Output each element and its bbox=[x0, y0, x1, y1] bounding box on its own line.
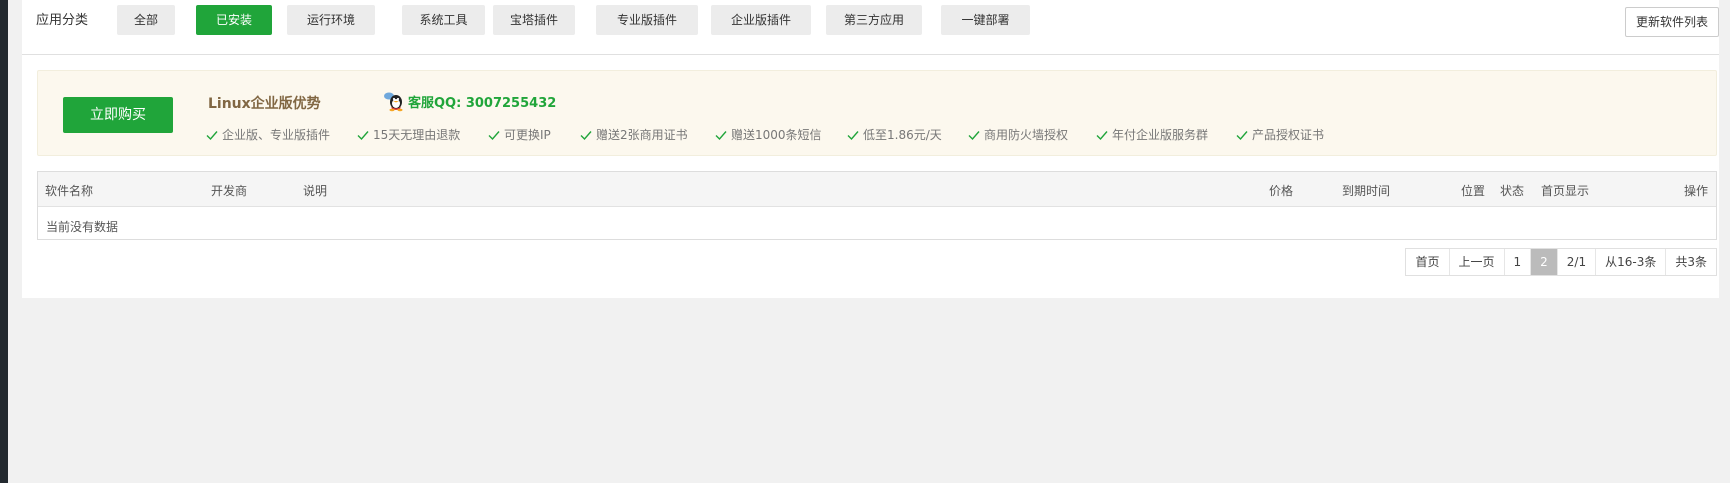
category-third-party-button[interactable]: 第三方应用 bbox=[826, 5, 922, 35]
category-label: 应用分类 bbox=[36, 13, 89, 28]
header-developer: 开发商 bbox=[211, 184, 248, 198]
header-description: 说明 bbox=[303, 184, 328, 198]
feature-item: 商用防火墙授权 bbox=[967, 126, 1095, 143]
table-header: 软件名称 开发商 说明 价格 到期时间 位置 状态 首页显示 操作 bbox=[38, 172, 1716, 207]
empty-table-message: 当前没有数据 bbox=[46, 220, 119, 234]
check-icon bbox=[1096, 130, 1108, 140]
refresh-software-list-button[interactable]: 更新软件列表 bbox=[1624, 7, 1719, 37]
record-range: 从16-3条 bbox=[1596, 249, 1667, 275]
category-enterprise-plugins-button[interactable]: 企业版插件 bbox=[711, 5, 811, 35]
category-one-click-deploy-button[interactable]: 一键部署 bbox=[941, 5, 1030, 35]
feature-item: 15天无理由退款 bbox=[356, 126, 487, 143]
category-bt-plugins-button[interactable]: 宝塔插件 bbox=[493, 5, 575, 35]
feature-label: 企业版、专业版插件 bbox=[222, 128, 331, 142]
feature-item: 可更换IP bbox=[487, 126, 579, 143]
check-icon bbox=[206, 130, 218, 140]
header-expiry[interactable]: 到期时间 bbox=[1342, 182, 1390, 199]
feature-item: 赠送2张商用证书 bbox=[579, 126, 714, 143]
page-ratio: 2/1 bbox=[1558, 249, 1597, 275]
feature-item: 赠送1000条短信 bbox=[714, 126, 846, 143]
first-page-link[interactable]: 首页 bbox=[1406, 249, 1450, 275]
qq-number-text: 客服QQ: 3007255432 bbox=[408, 95, 557, 111]
check-icon bbox=[1236, 130, 1248, 140]
left-sidebar-edge bbox=[0, 0, 8, 483]
check-icon bbox=[580, 130, 592, 140]
prev-page-link[interactable]: 上一页 bbox=[1450, 249, 1505, 275]
feature-label: 赠送1000条短信 bbox=[731, 128, 822, 142]
header-software-name[interactable]: 软件名称 bbox=[45, 182, 93, 199]
feature-item: 企业版、专业版插件 bbox=[205, 126, 356, 143]
software-store-panel: 应用分类 全部 已安装 运行环境 系统工具 宝塔插件 专业版插件 企业版插件 第… bbox=[22, 0, 1719, 298]
check-icon bbox=[488, 130, 500, 140]
current-page: 2 bbox=[1531, 249, 1558, 275]
header-status: 状态 bbox=[1500, 184, 1525, 198]
header-homepage-display: 首页显示 bbox=[1541, 184, 1590, 198]
category-pro-plugins-button[interactable]: 专业版插件 bbox=[596, 5, 698, 35]
feature-item: 低至1.86元/天 bbox=[846, 126, 967, 143]
feature-label: 年付企业版服务群 bbox=[1112, 128, 1209, 142]
check-icon bbox=[968, 130, 980, 140]
enterprise-promo-banner: 立即购买 Linux企业版优势 客服QQ: 3007255432 企业版、专业版… bbox=[37, 70, 1717, 156]
customer-service-qq[interactable]: 客服QQ: 3007255432 bbox=[383, 90, 556, 112]
feature-list: 企业版、专业版插件 15天无理由退款 可更换IP 赠送2张商用证书 赠送1000… bbox=[205, 126, 1324, 143]
feature-label: 赠送2张商用证书 bbox=[596, 128, 688, 142]
check-icon bbox=[847, 130, 859, 140]
feature-label: 产品授权证书 bbox=[1252, 128, 1325, 142]
category-all-button[interactable]: 全部 bbox=[117, 5, 175, 35]
category-runtime-button[interactable]: 运行环境 bbox=[287, 5, 375, 35]
check-icon bbox=[357, 130, 369, 140]
feature-label: 15天无理由退款 bbox=[373, 128, 461, 142]
feature-item: 年付企业版服务群 bbox=[1095, 126, 1235, 143]
feature-label: 商用防火墙授权 bbox=[984, 128, 1069, 142]
buy-now-button[interactable]: 立即购买 bbox=[63, 97, 173, 133]
header-price[interactable]: 价格 bbox=[1269, 182, 1293, 199]
category-system-tools-button[interactable]: 系统工具 bbox=[402, 5, 485, 35]
record-total: 共3条 bbox=[1675, 255, 1707, 269]
header-actions: 操作 bbox=[1684, 184, 1709, 198]
software-table: 软件名称 开发商 说明 价格 到期时间 位置 状态 首页显示 操作 当前没有数据 bbox=[37, 171, 1717, 240]
category-installed-button[interactable]: 已安装 bbox=[196, 5, 272, 35]
feature-label: 低至1.86元/天 bbox=[863, 128, 942, 142]
header-location: 位置 bbox=[1461, 184, 1486, 198]
promo-title: Linux企业版优势 bbox=[208, 96, 321, 112]
check-icon bbox=[715, 130, 727, 140]
qq-penguin-icon bbox=[384, 92, 403, 112]
pagination: 首页 上一页 1 2 2/1 从16-3条 共3条 bbox=[1405, 248, 1717, 276]
category-bar: 应用分类 全部 已安装 运行环境 系统工具 宝塔插件 专业版插件 企业版插件 第… bbox=[22, 0, 1719, 55]
feature-label: 可更换IP bbox=[504, 128, 551, 142]
feature-item: 产品授权证书 bbox=[1235, 126, 1324, 143]
page-1-link[interactable]: 1 bbox=[1505, 249, 1532, 275]
